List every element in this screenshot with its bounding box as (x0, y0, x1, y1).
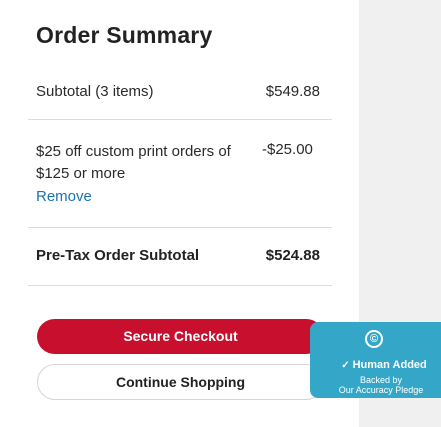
badge-title: Human Added (352, 359, 427, 371)
copyright-icon: © (365, 330, 383, 348)
order-summary-panel: Order Summary Subtotal (3 items) $549.88… (0, 0, 332, 427)
subtotal-row: Subtotal (3 items) $549.88 (36, 83, 320, 100)
pretax-value: $524.88 (265, 247, 320, 264)
subtotal-value: $549.88 (265, 83, 320, 100)
continue-shopping-button[interactable]: Continue Shopping (37, 364, 324, 400)
badge-line1: Backed by (359, 375, 403, 385)
divider (28, 227, 332, 228)
badge-title-row: ✓ Human Added (330, 359, 438, 371)
human-added-badge[interactable]: © ✓ Human Added Backed by Our Accuracy Pl… (310, 322, 441, 398)
remove-promo-link[interactable]: Remove (36, 188, 92, 205)
secure-checkout-button[interactable]: Secure Checkout (37, 319, 324, 354)
check-circle-icon: ✓ (341, 360, 350, 371)
divider (28, 119, 332, 120)
badge-subtitle: Backed by Our Accuracy Pledge (324, 375, 438, 395)
badge-line2: Our Accuracy Pledge (338, 385, 424, 395)
promo-label: $25 off custom print orders of $125 or m… (36, 143, 231, 182)
pretax-label: Pre-Tax Order Subtotal (36, 247, 200, 264)
promo-value: -$25.00 (262, 141, 313, 158)
pretax-row: Pre-Tax Order Subtotal $524.88 (36, 247, 320, 264)
order-summary-title: Order Summary (36, 22, 213, 48)
divider (28, 285, 332, 286)
subtotal-label: Subtotal (3 items) (36, 83, 154, 100)
